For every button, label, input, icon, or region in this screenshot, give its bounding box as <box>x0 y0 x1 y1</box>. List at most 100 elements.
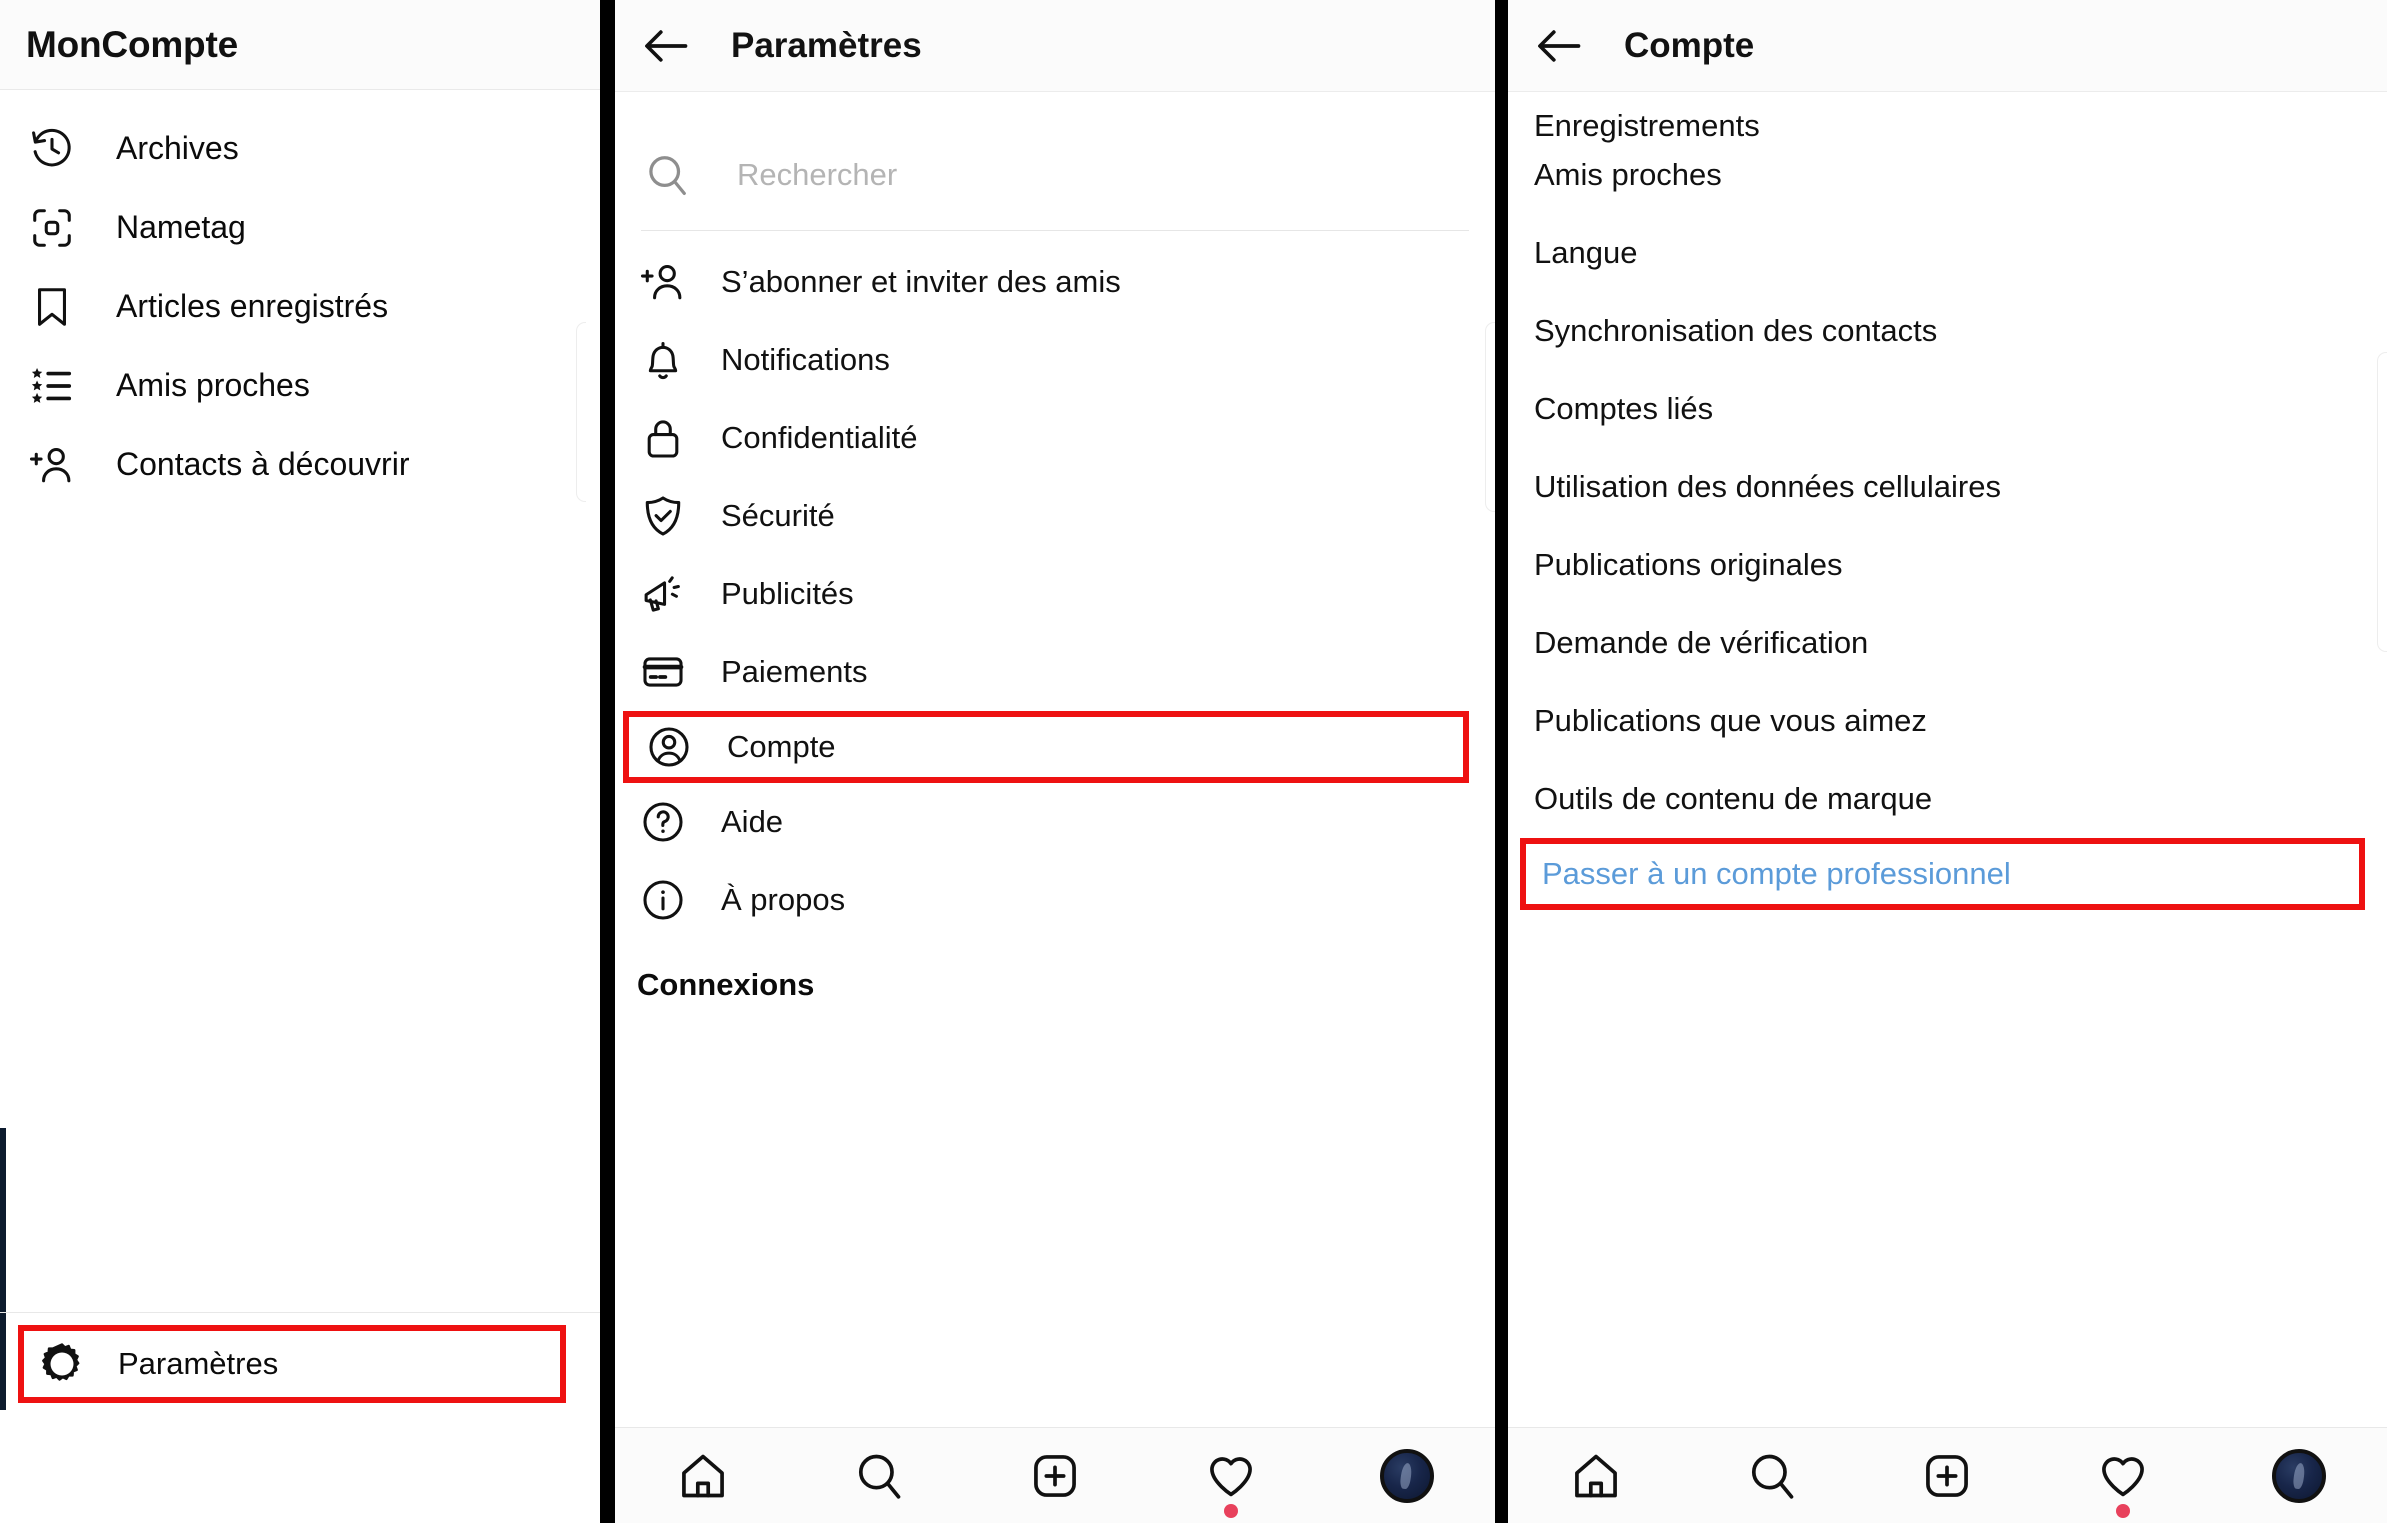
menu-item-discover-people[interactable]: Contacts à découvrir <box>0 425 600 504</box>
bell-icon <box>637 334 689 386</box>
heart-activity-icon <box>2097 1450 2149 1502</box>
account-item-label: Publications que vous aimez <box>1534 703 1927 738</box>
tab-home[interactable] <box>615 1428 791 1523</box>
menu-item-label: Amis proches <box>116 367 310 403</box>
account-item-linked-accounts[interactable]: Comptes liés <box>1508 370 2387 448</box>
divider <box>0 1312 600 1313</box>
account-item-switch-to-professional[interactable]: Passer à un compte professionnel <box>1520 838 2365 910</box>
close-friends-star-list-icon <box>26 360 78 412</box>
menu-item-archives[interactable]: Archives <box>0 109 600 188</box>
person-add-icon <box>637 256 689 308</box>
search-icon <box>1746 1450 1798 1502</box>
tab-search[interactable] <box>1684 1428 1860 1523</box>
menu-item-saved-articles[interactable]: Articles enregistrés <box>0 267 600 346</box>
menu-item-label: Articles enregistrés <box>116 288 389 324</box>
panel-account: Compte Enregistrements Amis proches Lang… <box>1508 0 2387 1523</box>
settings-item-payments[interactable]: Paiements <box>615 633 1495 711</box>
add-post-icon <box>1029 1450 1081 1502</box>
panel-account-menu: MonCompte Archives Nametag Articles enre… <box>0 0 600 1523</box>
search-placeholder: Rechercher <box>737 157 898 192</box>
scroll-indicator[interactable] <box>576 322 586 502</box>
account-item-language[interactable]: Langue <box>1508 214 2387 292</box>
search-icon <box>641 149 693 201</box>
account-item-label: Passer à un compte professionnel <box>1542 856 2011 891</box>
menu-item-close-friends[interactable]: Amis proches <box>0 346 600 425</box>
account-item-original-posts[interactable]: Publications originales <box>1508 526 2387 604</box>
tab-add-post[interactable] <box>1860 1428 2036 1523</box>
settings-item-help[interactable]: Aide <box>615 783 1495 861</box>
account-item-close-friends[interactable]: Amis proches <box>1508 136 2387 214</box>
settings-item-account[interactable]: Compte <box>623 711 1469 783</box>
shield-check-icon <box>637 490 689 542</box>
panel2-header: Paramètres <box>615 0 1495 92</box>
bottom-tab-bar <box>1508 1427 2387 1523</box>
activity-badge-dot <box>2116 1503 2131 1518</box>
settings-item-ads[interactable]: Publicités <box>615 555 1495 633</box>
account-item-verification-request[interactable]: Demande de vérification <box>1508 604 2387 682</box>
megaphone-icon <box>637 568 689 620</box>
bookmark-icon <box>26 281 78 333</box>
back-arrow-icon[interactable] <box>637 17 695 75</box>
panel-settings: Paramètres Rechercher S’abonner et invit… <box>615 0 1495 1523</box>
tab-home[interactable] <box>1508 1428 1684 1523</box>
settings-item-about[interactable]: À propos <box>615 861 1495 939</box>
menu-item-settings[interactable]: Paramètres <box>18 1325 566 1403</box>
account-item-branded-content-tools[interactable]: Outils de contenu de marque <box>1508 760 2387 838</box>
account-item-label: Comptes liés <box>1534 391 1714 426</box>
panel3-header: Compte <box>1508 0 2387 92</box>
settings-item-label: Sécurité <box>721 498 835 533</box>
credit-card-icon <box>637 646 689 698</box>
home-icon <box>677 1450 729 1502</box>
account-item-label: Outils de contenu de marque <box>1534 781 1933 816</box>
account-item-saved-stories[interactable]: Enregistrements <box>1508 92 2387 143</box>
account-item-contacts-sync[interactable]: Synchronisation des contacts <box>1508 292 2387 370</box>
account-item-label: Synchronisation des contacts <box>1534 313 1938 348</box>
account-item-label: Utilisation des données cellulaires <box>1534 469 2001 504</box>
profile-avatar-icon <box>1380 1448 1434 1503</box>
settings-item-label: Compte <box>727 729 836 764</box>
account-circle-icon <box>643 721 695 773</box>
profile-avatar-icon <box>2272 1448 2327 1503</box>
account-item-label: Amis proches <box>1534 157 1722 192</box>
tab-profile[interactable] <box>1319 1428 1495 1523</box>
home-icon <box>1570 1450 1622 1502</box>
account-item-posts-you-liked[interactable]: Publications que vous aimez <box>1508 682 2387 760</box>
settings-item-label: Aide <box>721 804 784 839</box>
account-item-label: Langue <box>1534 235 1638 270</box>
settings-item-invite-friends[interactable]: S’abonner et inviter des amis <box>615 243 1495 321</box>
search-input[interactable]: Rechercher <box>615 120 1495 230</box>
add-post-icon <box>1921 1450 1973 1502</box>
scroll-indicator[interactable] <box>1485 322 1495 512</box>
account-item-label: Enregistrements <box>1534 108 1760 143</box>
settings-item-notifications[interactable]: Notifications <box>615 321 1495 399</box>
account-list: Enregistrements Amis proches Langue Sync… <box>1508 92 2387 910</box>
tab-profile[interactable] <box>2211 1428 2387 1523</box>
account-item-cellular-data-use[interactable]: Utilisation des données cellulaires <box>1508 448 2387 526</box>
page-title: Compte <box>1624 25 1755 65</box>
three-panel-screenshot-collage: MonCompte Archives Nametag Articles enre… <box>0 0 2387 1523</box>
tab-add-post[interactable] <box>967 1428 1143 1523</box>
gear-icon <box>36 1338 88 1390</box>
panel1-menu-list: Archives Nametag Articles enregistrés Am… <box>0 90 600 1421</box>
question-circle-icon <box>637 796 689 848</box>
tab-activity[interactable] <box>1143 1428 1319 1523</box>
settings-list: S’abonner et inviter des amis Notificati… <box>615 231 1495 1003</box>
settings-item-privacy[interactable]: Confidentialité <box>615 399 1495 477</box>
search-icon <box>853 1450 905 1502</box>
tab-activity[interactable] <box>2035 1428 2211 1523</box>
page-title: Paramètres <box>731 25 922 65</box>
menu-item-label: Contacts à découvrir <box>116 446 410 482</box>
back-arrow-icon[interactable] <box>1530 17 1588 75</box>
settings-item-label: À propos <box>721 882 846 917</box>
settings-section-header: Connexions <box>637 967 815 1002</box>
settings-item-label: Confidentialité <box>721 420 918 455</box>
menu-item-label: Archives <box>116 130 239 166</box>
menu-item-nametag[interactable]: Nametag <box>0 188 600 267</box>
scroll-indicator[interactable] <box>2377 352 2387 652</box>
settings-item-security[interactable]: Sécurité <box>615 477 1495 555</box>
tab-search[interactable] <box>791 1428 967 1523</box>
account-item-label: Publications originales <box>1534 547 1843 582</box>
panel1-header: MonCompte <box>0 0 600 90</box>
nametag-scan-icon <box>26 202 78 254</box>
lock-icon <box>637 412 689 464</box>
